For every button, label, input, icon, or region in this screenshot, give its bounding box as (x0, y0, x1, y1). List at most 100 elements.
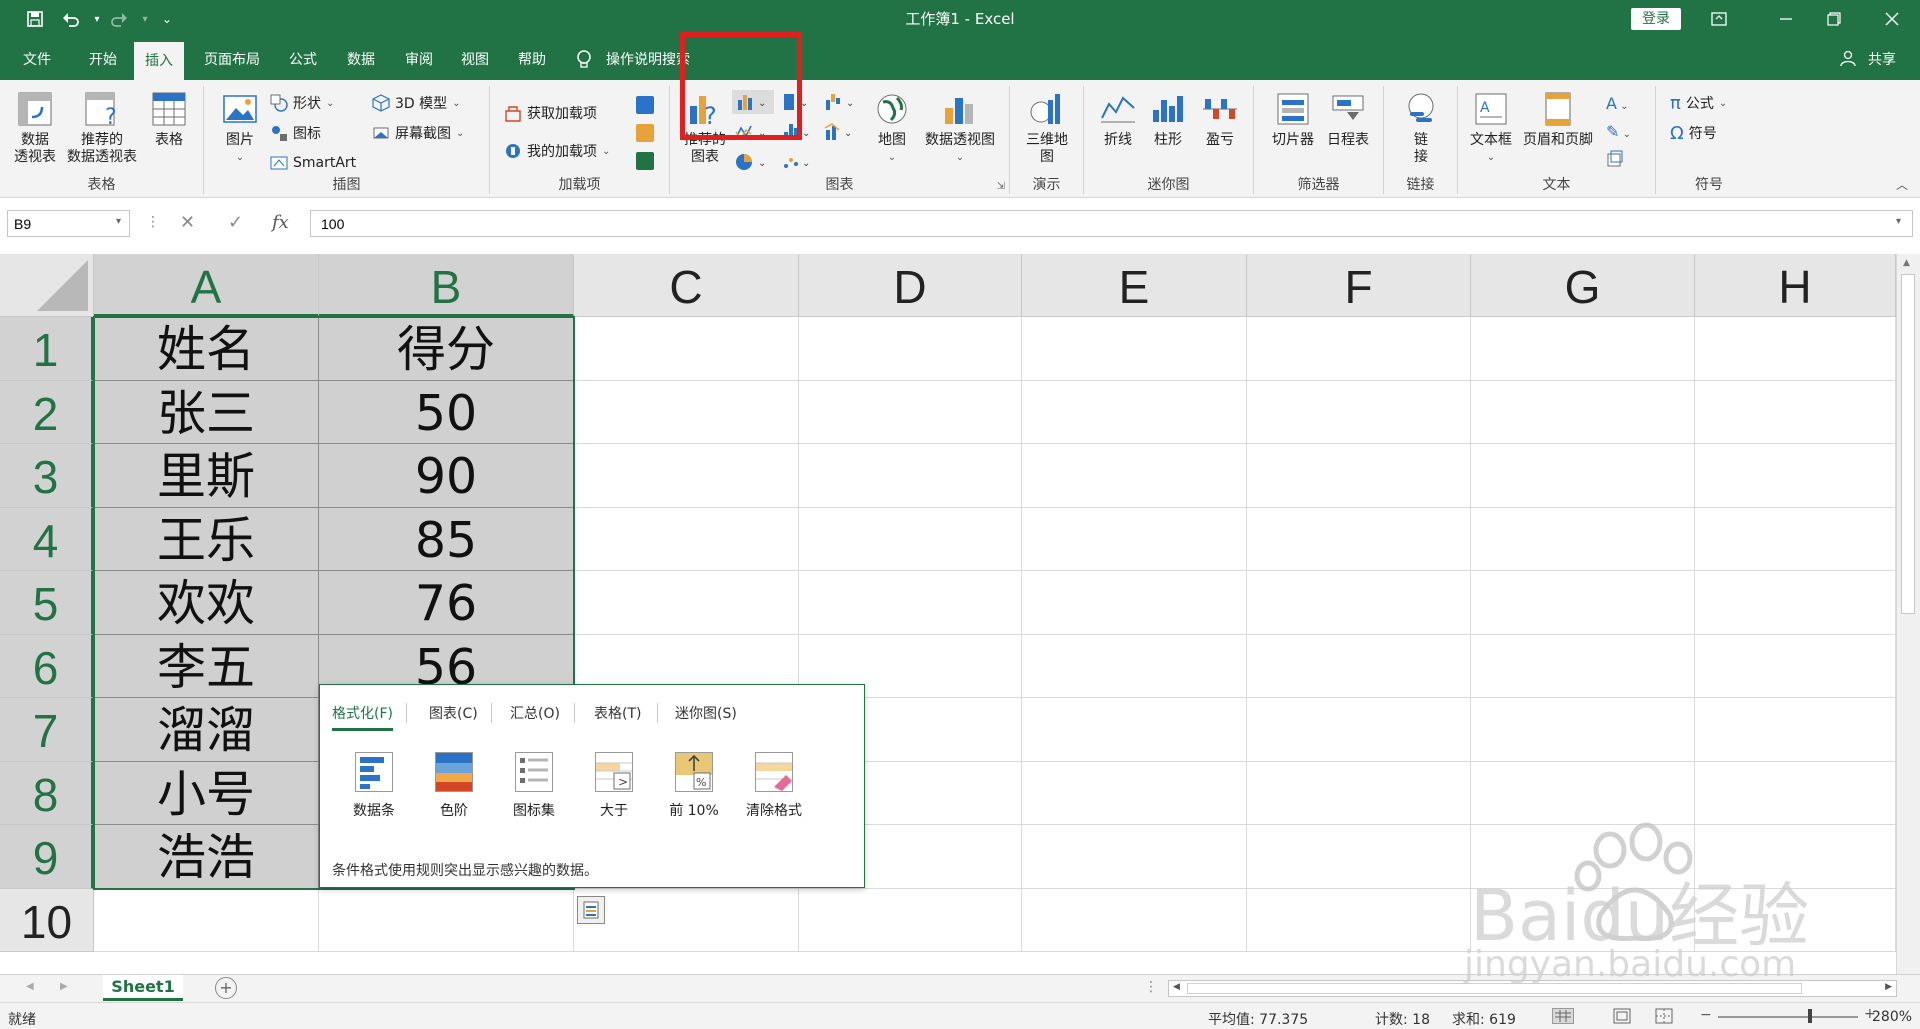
get-addins-button[interactable]: 获取加载项 (504, 100, 597, 126)
name-box-dropdown-icon[interactable]: ▾ (116, 216, 121, 227)
qa-data-bars[interactable]: 数据条 (339, 752, 409, 820)
expand-formula-bar-icon[interactable]: ▾ (1896, 216, 1901, 227)
name-box[interactable] (7, 210, 130, 237)
column-header-c[interactable]: C (574, 254, 799, 317)
scroll-right-icon[interactable]: ▶ (1885, 982, 1892, 992)
column-header-d[interactable]: D (799, 254, 1022, 317)
3d-models-button[interactable]: 3D 模型 ⌄ (372, 90, 461, 116)
equation-button[interactable]: π 公式 ⌄ (1670, 90, 1727, 116)
cell-g9[interactable] (1471, 825, 1695, 889)
cell-d2[interactable] (799, 380, 1022, 444)
qa-top-10[interactable]: % 前 10% (659, 752, 729, 820)
login-button[interactable]: 登录 (1631, 8, 1681, 30)
qa-tab-totals[interactable]: 汇总(O) (510, 703, 560, 723)
statistic-chart-button[interactable]: ⌄ (780, 120, 820, 144)
quick-analysis-button[interactable] (577, 896, 605, 924)
cell-f10[interactable] (1247, 888, 1471, 952)
cell-a6[interactable]: 李五 (94, 634, 319, 698)
cell-f3[interactable] (1247, 444, 1471, 508)
qa-icon-set[interactable]: 图标集 (499, 752, 569, 820)
cell-b3[interactable]: 90 (319, 444, 574, 508)
undo-icon[interactable] (58, 6, 84, 32)
cell-b10[interactable] (319, 888, 574, 952)
prev-sheet-icon[interactable]: ◀ (26, 981, 34, 992)
cell-e9[interactable] (1022, 825, 1247, 889)
sparkline-line-button[interactable]: 折线 (1096, 90, 1140, 149)
hierarchy-chart-button[interactable]: ⌄ (780, 90, 820, 114)
cell-f9[interactable] (1247, 825, 1471, 889)
add-sheet-icon[interactable]: + (215, 977, 237, 999)
3d-map-button[interactable]: 三维地 图 (1022, 90, 1072, 166)
row-header-7[interactable]: 7 (0, 698, 94, 762)
cell-g8[interactable] (1471, 761, 1695, 825)
dialog-launcher-icon[interactable]: ⇲ (997, 181, 1005, 192)
customize-toolbar-icon[interactable]: ⌄ (154, 6, 180, 32)
column-header-a[interactable]: A (94, 254, 319, 317)
my-addins-button[interactable]: 我的加载项 ⌄ (504, 138, 610, 164)
recommended-pivot-button[interactable]: ? 推荐的 数据透视表 (62, 90, 142, 166)
cell-a3[interactable]: 里斯 (94, 444, 319, 508)
cell-e10[interactable] (1022, 888, 1247, 952)
cell-a4[interactable]: 王乐 (94, 507, 319, 571)
cell-h1[interactable] (1695, 317, 1896, 381)
link-button[interactable]: 链 接 (1398, 90, 1444, 166)
pictures-button[interactable]: 图片 ⌄ (218, 90, 262, 166)
cell-g6[interactable] (1471, 634, 1695, 698)
cell-g3[interactable] (1471, 444, 1695, 508)
cell-b1[interactable]: 得分 (319, 317, 574, 381)
cell-e4[interactable] (1022, 507, 1247, 571)
cell-g7[interactable] (1471, 698, 1695, 762)
cell-h2[interactable] (1695, 380, 1896, 444)
timeline-button[interactable]: 日程表 (1322, 90, 1374, 149)
qa-tab-formatting[interactable]: 格式化(F) (332, 703, 393, 731)
cell-f8[interactable] (1247, 761, 1471, 825)
cell-a8[interactable]: 小号 (94, 761, 319, 825)
cell-c5[interactable] (574, 571, 799, 635)
scatter-chart-button[interactable]: ⌄ (780, 150, 820, 174)
wordart-icon[interactable]: A ⌄ (1606, 94, 1646, 116)
cell-d4[interactable] (799, 507, 1022, 571)
horizontal-scrollbar[interactable]: ◀ ▶ (1168, 980, 1897, 997)
pivot-table-button[interactable]: 数据 透视表 (8, 90, 62, 166)
cell-c1[interactable] (574, 317, 799, 381)
smartart-button[interactable]: SmartArt (270, 150, 356, 176)
cell-a7[interactable]: 溜溜 (94, 698, 319, 762)
combo-chart-button[interactable]: ⌄ (822, 120, 862, 144)
minimize-icon[interactable] (1764, 4, 1808, 34)
cell-c3[interactable] (574, 444, 799, 508)
slicer-button[interactable]: 切片器 (1270, 90, 1316, 149)
cell-b5[interactable]: 76 (319, 571, 574, 635)
cell-g5[interactable] (1471, 571, 1695, 635)
page-break-view-icon[interactable] (1654, 1008, 1674, 1024)
cell-d1[interactable] (799, 317, 1022, 381)
cell-e7[interactable] (1022, 698, 1247, 762)
cell-h5[interactable] (1695, 571, 1896, 635)
redo-icon[interactable] (106, 6, 132, 32)
maps-button[interactable]: 地图 ⌄ (870, 90, 914, 166)
line-chart-button[interactable]: ⌄ (732, 120, 774, 144)
cell-b2[interactable]: 50 (319, 380, 574, 444)
cell-h4[interactable] (1695, 507, 1896, 571)
cell-c4[interactable] (574, 507, 799, 571)
cell-c10[interactable] (574, 888, 799, 952)
signature-line-icon[interactable]: ✎ ⌄ (1606, 122, 1646, 144)
scroll-left-icon[interactable]: ◀ (1173, 982, 1180, 992)
zoom-level[interactable]: 280% (1872, 1009, 1912, 1025)
tab-formulas[interactable]: 公式 (280, 38, 326, 80)
tab-home[interactable]: 开始 (76, 38, 130, 80)
cell-h6[interactable] (1695, 634, 1896, 698)
object-icon[interactable] (1606, 150, 1626, 170)
row-header-10[interactable]: 10 (0, 888, 94, 952)
collapse-ribbon-icon[interactable]: ︿ (1896, 176, 1908, 193)
row-header-4[interactable]: 4 (0, 507, 94, 571)
cell-h8[interactable] (1695, 761, 1896, 825)
zoom-slider-thumb[interactable] (1808, 1009, 1812, 1023)
cell-b4[interactable]: 85 (319, 507, 574, 571)
scroll-up-icon[interactable]: ▲ (1903, 258, 1910, 268)
normal-view-icon[interactable] (1552, 1008, 1574, 1024)
share-button[interactable]: 共享 (1860, 38, 1904, 80)
vertical-scroll-thumb[interactable] (1901, 274, 1915, 614)
cell-h3[interactable] (1695, 444, 1896, 508)
qa-greater-than[interactable]: > 大于 (579, 752, 649, 820)
row-header-1[interactable]: 1 (0, 317, 94, 381)
